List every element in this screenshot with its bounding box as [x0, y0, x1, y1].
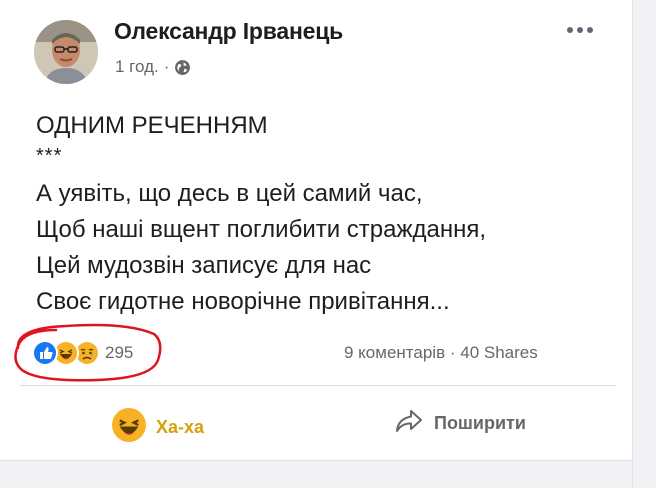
post-stats: 9 коментарів · 40 Shares — [344, 343, 538, 363]
meta-separator: · — [163, 57, 170, 76]
post-card: Олександр Ірванець 1 год. · ОДНИМ РЕЧЕНН… — [0, 0, 632, 460]
more-dot-icon — [577, 27, 583, 33]
comments-count[interactable]: 9 коментарів — [344, 343, 445, 362]
share-label: Поширити — [434, 413, 526, 433]
like-icon — [32, 340, 58, 366]
poem-line: Цей мудозвін записує для нас — [36, 252, 372, 279]
share-icon — [394, 408, 424, 439]
post-meta: 1 год. · — [115, 57, 191, 77]
post-body: А уявіть, що десь в цей самий час, Щоб н… — [36, 176, 486, 320]
actions-divider — [20, 385, 616, 386]
haha-icon — [112, 408, 146, 447]
post-time[interactable]: 1 год. — [115, 57, 159, 77]
poem-line: А уявіть, що десь в цей самий час, — [36, 180, 423, 207]
globe-icon — [174, 59, 191, 76]
more-options-button[interactable] — [560, 16, 600, 44]
author-avatar[interactable] — [34, 20, 98, 84]
post-title: ОДНИМ РЕЧЕННЯМ — [36, 112, 268, 139]
page-background-edge — [632, 0, 656, 488]
haha-reaction-button[interactable]: Ха-ха — [112, 408, 204, 447]
poem-line: Щоб наші вщент поглибити страждання, — [36, 216, 487, 243]
post-separator-stars: *** — [36, 145, 63, 167]
stats-separator: · — [449, 343, 456, 362]
share-button[interactable]: Поширити — [394, 408, 526, 439]
shares-count[interactable]: 40 Shares — [460, 343, 538, 362]
haha-label: Ха-ха — [156, 417, 205, 437]
more-dot-icon — [567, 27, 573, 33]
more-dot-icon — [587, 27, 593, 33]
page-background-edge — [0, 460, 632, 488]
poem-line: Своє гидотне новорічне привітання... — [36, 288, 450, 315]
author-name[interactable]: Олександр Ірванець — [114, 18, 343, 45]
